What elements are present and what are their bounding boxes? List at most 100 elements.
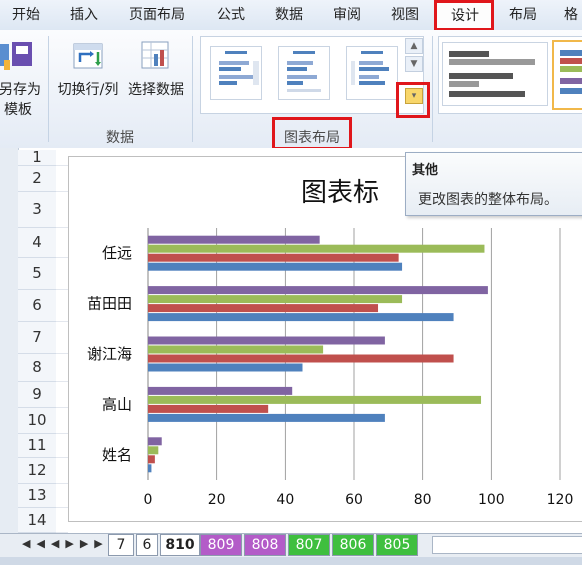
bar[interactable] (148, 304, 379, 313)
design-tab-highlight (434, 0, 494, 31)
switch-row-col-label[interactable]: 切换行/列 (54, 80, 122, 100)
ribbon-separator (432, 36, 433, 142)
cell-gridline (56, 227, 68, 228)
row-number[interactable]: 10 (18, 408, 56, 434)
bar[interactable] (148, 286, 488, 295)
status-bar (0, 557, 582, 565)
category-label: 高山 (102, 395, 132, 413)
bar[interactable] (148, 354, 454, 363)
bar[interactable] (148, 313, 454, 322)
save-template-label-2[interactable]: 模板 (0, 100, 38, 120)
x-tick-label: 20 (208, 492, 226, 508)
tab-format[interactable]: 格 (556, 0, 582, 30)
bar[interactable] (148, 446, 159, 455)
sheet-tab[interactable]: 6 (136, 534, 158, 556)
x-tick-label: 100 (478, 492, 505, 508)
bar[interactable] (148, 253, 399, 262)
cell-gridline (56, 289, 68, 290)
x-tick-label: 40 (276, 492, 294, 508)
tooltip-body: 更改图表的整体布局。 (418, 192, 558, 208)
bar[interactable] (148, 404, 269, 413)
bar[interactable] (148, 363, 303, 372)
sheet-left-margin (0, 148, 19, 533)
cell-gridline (56, 165, 68, 166)
bar[interactable] (148, 262, 403, 271)
row-number[interactable]: 6 (18, 290, 56, 322)
cell-gridline (56, 433, 68, 434)
select-data-icon[interactable] (140, 40, 172, 72)
save-template-label-1[interactable]: 另存为 (0, 80, 42, 100)
bar[interactable] (148, 413, 385, 422)
bar[interactable] (148, 395, 482, 404)
category-label: 苗田田 (87, 295, 132, 313)
sheet-nav-arrows[interactable]: ◀◀◀▶▶▶ (22, 537, 109, 550)
row-number[interactable]: 11 (18, 434, 56, 458)
category-label: 姓名 (102, 446, 132, 464)
tooltip-title: 其他 (412, 163, 439, 178)
row-number[interactable]: 2 (18, 166, 56, 192)
ribbon-separator (192, 36, 193, 142)
save-template-icon[interactable] (0, 40, 36, 76)
tab-view[interactable]: 视图 (380, 0, 430, 30)
tab-home[interactable]: 开始 (0, 0, 52, 30)
more-button-highlight (396, 82, 430, 118)
cell-gridline (56, 321, 68, 322)
tab-review[interactable]: 审阅 (322, 0, 372, 30)
bar[interactable] (148, 345, 324, 354)
bar[interactable] (148, 295, 403, 304)
bar[interactable] (148, 386, 293, 395)
tab-data[interactable]: 数据 (264, 0, 314, 30)
cell-gridline (56, 353, 68, 354)
row-number[interactable]: 13 (18, 484, 56, 508)
sheet-tab[interactable]: 805 (376, 534, 418, 556)
x-tick-label: 0 (144, 492, 153, 508)
sheet-tab[interactable]: 806 (332, 534, 374, 556)
sheet-tab[interactable]: 809 (200, 534, 242, 556)
bar[interactable] (148, 464, 152, 473)
row-number[interactable]: 9 (18, 382, 56, 408)
row-number[interactable]: 4 (18, 228, 56, 258)
layout-thumb-1[interactable] (210, 46, 262, 100)
chart-style-2[interactable] (552, 40, 582, 110)
cell-gridline (56, 407, 68, 408)
bar[interactable] (148, 455, 155, 464)
row-number[interactable]: 14 (18, 508, 56, 533)
bar[interactable] (148, 336, 385, 345)
row-number[interactable]: 12 (18, 458, 56, 484)
horizontal-scrollbar[interactable] (432, 536, 582, 554)
cell-gridline (56, 381, 68, 382)
data-group-label: 数据 (106, 130, 134, 146)
gallery-scroll-up[interactable]: ▲ (405, 38, 423, 54)
row-number[interactable]: 8 (18, 354, 56, 382)
gallery-scroll-down[interactable]: ▼ (405, 56, 423, 72)
sheet-tab[interactable]: 807 (288, 534, 330, 556)
cell-gridline (56, 457, 68, 458)
tab-page-layout[interactable]: 页面布局 (118, 0, 196, 30)
sheet-tab[interactable]: 810 (160, 534, 200, 556)
x-tick-label: 60 (345, 492, 363, 508)
row-number[interactable]: 5 (18, 258, 56, 290)
row-number[interactable]: 7 (18, 322, 56, 354)
sheet-tab[interactable]: 7 (108, 534, 134, 556)
switch-row-col-icon[interactable] (72, 40, 104, 72)
chart-layout-group-highlight (272, 117, 352, 150)
sheet-tab[interactable]: 808 (244, 534, 286, 556)
layout-thumb-2[interactable] (278, 46, 330, 100)
bar[interactable] (148, 244, 485, 253)
bar[interactable] (148, 437, 162, 446)
row-number[interactable]: 1 (18, 150, 56, 166)
select-data-label[interactable]: 选择数据 (124, 80, 188, 100)
x-tick-label: 80 (414, 492, 432, 508)
category-label: 任远 (102, 244, 132, 262)
cell-gridline (56, 257, 68, 258)
row-number[interactable]: 3 (18, 192, 56, 228)
chart-style-1[interactable] (442, 42, 548, 106)
tab-layout[interactable]: 布局 (498, 0, 548, 30)
layout-thumb-3[interactable] (346, 46, 398, 100)
tab-formulas[interactable]: 公式 (206, 0, 256, 30)
x-tick-label: 120 (547, 492, 574, 508)
cell-gridline (56, 483, 68, 484)
bar[interactable] (148, 235, 320, 244)
tab-insert[interactable]: 插入 (58, 0, 110, 30)
ribbon-separator (48, 36, 49, 142)
